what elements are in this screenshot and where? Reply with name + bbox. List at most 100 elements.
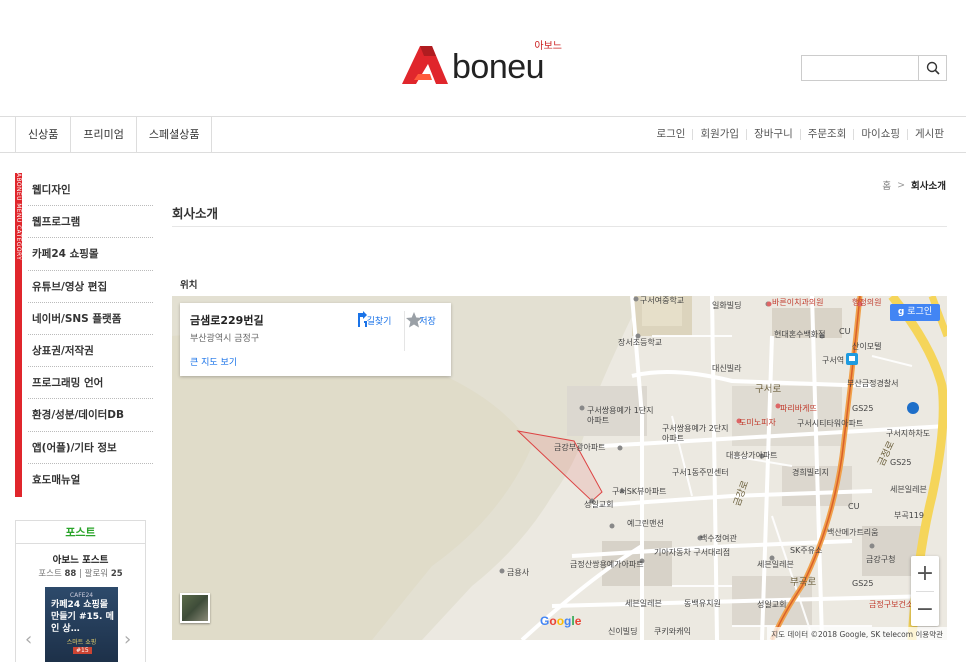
board-link[interactable]: 게시판 <box>908 129 944 140</box>
map-label: 경희빌리지 <box>792 468 829 477</box>
category-item[interactable]: 앱(어플)/기타 정보 <box>28 432 153 464</box>
map-label: 부산금정경찰서 <box>847 379 899 388</box>
map-label: 백산메가트리움 <box>827 528 879 537</box>
category-item[interactable]: 유튜브/영상 편집 <box>28 271 153 303</box>
map-label: 성일교회 <box>757 600 787 609</box>
directions-icon <box>358 311 367 327</box>
map-label: 일화빌딩 <box>712 301 742 310</box>
map-label: 구서쌍용예가 1단지아파트 <box>587 406 654 425</box>
map-label: 예그린맨션 <box>627 519 664 528</box>
google-logo: Google <box>540 614 582 628</box>
followers-label: 팔로워 <box>84 569 109 579</box>
map-info-card: 금샘로229번길 부산광역시 금정구 큰 지도 보기 길찾기 저장 <box>180 303 451 376</box>
map-label: 현대혼수백화점 <box>774 330 826 339</box>
category-item[interactable]: 네이버/SNS 플랫폼 <box>28 303 153 335</box>
post-prev-arrow-icon[interactable]: ‹ <box>25 629 32 650</box>
map-label: 구서역 <box>822 356 845 365</box>
map-label: 금정산쌍용예가아파트 <box>570 560 644 569</box>
map-label: 파리바게뜨 <box>780 404 817 413</box>
star-icon <box>406 312 422 328</box>
google-login-button[interactable]: g 로그인 <box>890 304 940 321</box>
map-label: 성일교회 <box>584 500 614 509</box>
map-label: 금정구보건소 <box>869 600 914 609</box>
aboneu-logo[interactable]: boneu 아보느 <box>400 40 570 84</box>
thumb-brand: CAFE24 <box>69 592 94 599</box>
breadcrumb: 홈 > 회사소개 <box>882 178 946 193</box>
utility-links: 로그인 회원가입 장바구니 주문조회 마이쇼핑 게시판 <box>649 117 944 152</box>
title-divider <box>172 226 947 227</box>
post-author-name[interactable]: 아보느 포스트 <box>16 552 145 566</box>
cart-link[interactable]: 장바구니 <box>747 129 801 140</box>
zoom-out-button[interactable]: − <box>911 592 939 627</box>
breadcrumb-current: 회사소개 <box>911 181 946 192</box>
tab-special-products[interactable]: 스페셜상품 <box>137 117 213 152</box>
breadcrumb-home[interactable]: 홈 <box>882 178 891 192</box>
directions-button[interactable]: 길찾기 <box>354 311 404 351</box>
map-label: 세븐일레븐 <box>890 485 927 494</box>
map-label: CU <box>848 502 860 511</box>
search-button[interactable] <box>918 56 946 80</box>
map-attribution[interactable]: 지도 데이터 ©2018 Google, SK telecom 이용약관 <box>767 627 947 640</box>
signup-link[interactable]: 회원가입 <box>693 129 748 140</box>
map-label: SK주유소 <box>790 546 823 555</box>
map-label: 구서여중학교 <box>640 296 685 305</box>
category-item[interactable]: 웹디자인 <box>28 174 153 207</box>
map-label: 부곡로 <box>790 577 817 588</box>
posts-count: 88 <box>64 569 77 579</box>
map-label: 신이빌딩 <box>608 627 638 636</box>
map-label: 구서SK뷰아파트 <box>612 487 667 496</box>
search-input[interactable] <box>802 56 919 80</box>
map-label: 구서지하차도 <box>886 429 931 438</box>
logo-subtitle: 아보느 <box>534 41 562 52</box>
post-next-arrow-icon[interactable]: › <box>124 629 131 650</box>
map-label: 쿠키와캐익 <box>654 627 691 636</box>
map-label: 기아자동차 구서대리점 <box>654 548 731 557</box>
posts-label: 포스트 <box>38 569 62 579</box>
view-larger-map-link[interactable]: 큰 지도 보기 <box>190 355 237 368</box>
post-divider <box>16 543 145 544</box>
map-label: 구서1동주민센터 <box>672 468 729 477</box>
zoom-in-button[interactable]: + <box>911 556 939 591</box>
login-link[interactable]: 로그인 <box>649 129 694 140</box>
tab-premium[interactable]: 프리미엄 <box>71 117 137 152</box>
category-item[interactable]: 카페24 쇼핑몰 <box>28 238 153 271</box>
main-navbar: 신상품 프리미엄 스페셜상품 로그인 회원가입 장바구니 주문조회 마이쇼핑 게… <box>0 116 966 153</box>
thumb-title: 카페24 쇼핑몰 만들기 #15. 메인 상… <box>51 600 114 634</box>
map-label: 산이모텔 <box>852 342 882 351</box>
map-label: 행정의원 <box>852 298 882 307</box>
save-button[interactable]: 저장 <box>404 311 450 351</box>
satellite-toggle[interactable] <box>180 593 210 623</box>
category-item[interactable]: 웹프로그램 <box>28 206 153 239</box>
place-name: 금샘로229번길 <box>190 314 264 327</box>
product-tabs: 신상품 프리미엄 스페셜상품 <box>15 117 213 152</box>
map-label: 도미노피자 <box>739 418 776 427</box>
google-g-icon: g <box>897 307 905 317</box>
post-widget-title[interactable]: 포스트 <box>16 524 145 540</box>
category-item[interactable]: 환경/성분/데이터DB <box>28 399 153 432</box>
category-item[interactable]: 상표권/저작권 <box>28 335 153 368</box>
zoom-control: + − <box>911 556 939 626</box>
order-lookup-link[interactable]: 주문조회 <box>801 129 855 140</box>
map-label: 세븐일레븐 <box>757 560 794 569</box>
map-label: 바른이치과의원 <box>772 298 824 307</box>
my-shopping-link[interactable]: 마이쇼핑 <box>854 129 909 140</box>
category-item[interactable]: 프로그래밍 언어 <box>28 367 153 400</box>
google-map[interactable]: 구서여중학교 일화빌딩 바른이치과의원 행정의원 장서초등학교 현대혼수백화점 … <box>172 296 947 640</box>
tab-new-products[interactable]: 신상품 <box>16 117 72 152</box>
thumb-subtitle: 스마트 쇼핑 <box>66 639 97 646</box>
post-thumbnail[interactable]: CAFE24 카페24 쇼핑몰 만들기 #15. 메인 상… 스마트 쇼핑 #1… <box>45 587 118 662</box>
map-label: GS25 <box>852 579 874 588</box>
map-label: 동백유치원 <box>684 599 721 608</box>
logo-a-mark-icon <box>400 44 450 84</box>
map-label: 백수정여관 <box>700 534 737 543</box>
category-item[interactable]: 효도매뉴얼 <box>28 464 153 496</box>
sidebar-vertical-label: ABONEU MENU CATEGORY <box>15 173 22 261</box>
map-label: 금강구청 <box>866 555 896 564</box>
map-label: 세븐일레븐 <box>625 599 662 608</box>
map-label: 금강부광아파트 <box>554 443 606 452</box>
thumb-tag: #15 <box>73 647 92 654</box>
map-label: 대신빌라 <box>712 364 742 373</box>
map-label: 대흥상가아파트 <box>726 451 778 460</box>
map-label: 구서로 <box>755 384 782 395</box>
map-label: 구서시티타워아파트 <box>797 419 864 428</box>
